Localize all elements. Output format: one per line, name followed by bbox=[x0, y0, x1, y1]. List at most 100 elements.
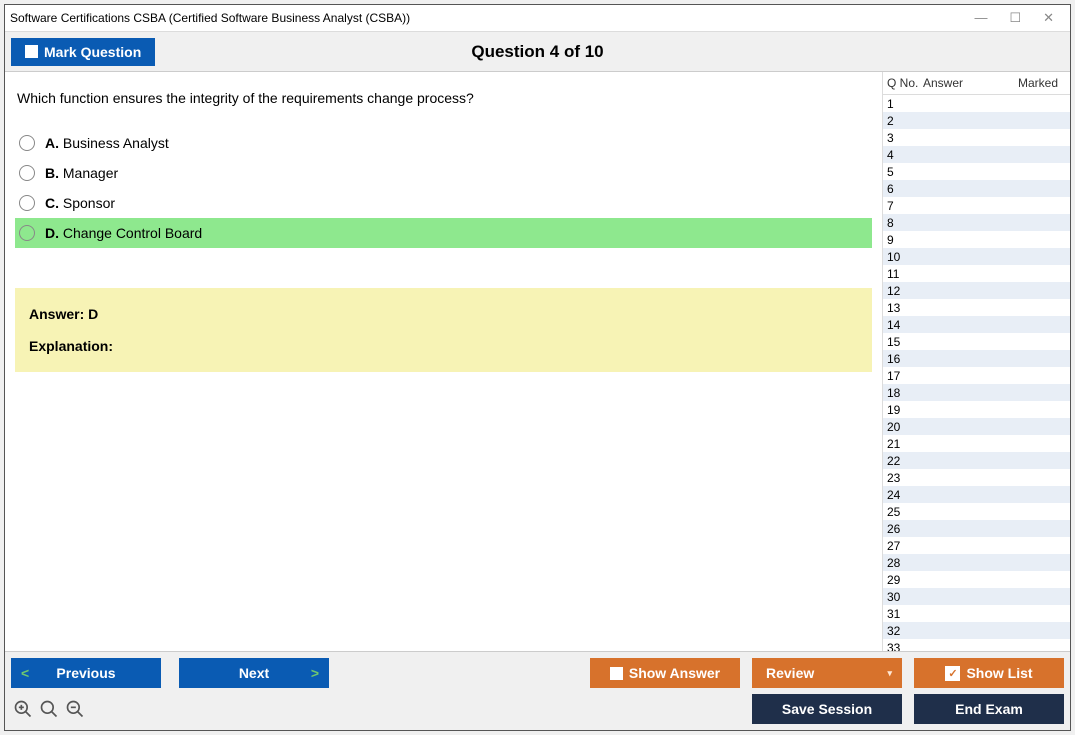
col-header-qno: Q No. bbox=[887, 76, 923, 90]
show-list-label: Show List bbox=[966, 665, 1032, 681]
list-item[interactable]: 22 bbox=[883, 452, 1070, 469]
option-text: Manager bbox=[63, 165, 118, 181]
q-number: 24 bbox=[887, 488, 923, 502]
list-item[interactable]: 3 bbox=[883, 129, 1070, 146]
main-area: Which function ensures the integrity of … bbox=[5, 72, 1070, 651]
close-icon[interactable]: ✕ bbox=[1043, 10, 1054, 26]
q-number: 33 bbox=[887, 641, 923, 652]
q-number: 22 bbox=[887, 454, 923, 468]
end-exam-button[interactable]: End Exam bbox=[914, 694, 1064, 724]
q-number: 1 bbox=[887, 97, 923, 111]
list-item[interactable]: 16 bbox=[883, 350, 1070, 367]
chevron-right-icon: > bbox=[311, 665, 319, 681]
list-item[interactable]: 24 bbox=[883, 486, 1070, 503]
app-window: Software Certifications CSBA (Certified … bbox=[4, 4, 1071, 731]
list-item[interactable]: 7 bbox=[883, 197, 1070, 214]
list-item[interactable]: 28 bbox=[883, 554, 1070, 571]
q-number: 6 bbox=[887, 182, 923, 196]
list-item[interactable]: 8 bbox=[883, 214, 1070, 231]
title-bar: Software Certifications CSBA (Certified … bbox=[5, 5, 1070, 32]
list-item[interactable]: 29 bbox=[883, 571, 1070, 588]
q-number: 8 bbox=[887, 216, 923, 230]
option-label: D. Change Control Board bbox=[45, 225, 202, 241]
radio-icon bbox=[19, 195, 35, 211]
q-number: 4 bbox=[887, 148, 923, 162]
option-label: A. Business Analyst bbox=[45, 135, 169, 151]
list-item[interactable]: 15 bbox=[883, 333, 1070, 350]
header-bar: Mark Question Question 4 of 10 bbox=[5, 32, 1070, 72]
mark-question-button[interactable]: Mark Question bbox=[11, 38, 155, 66]
save-session-button[interactable]: Save Session bbox=[752, 694, 902, 724]
list-item[interactable]: 14 bbox=[883, 316, 1070, 333]
question-list-panel: Q No. Answer Marked 12345678910111213141… bbox=[882, 72, 1070, 651]
list-item[interactable]: 5 bbox=[883, 163, 1070, 180]
q-number: 3 bbox=[887, 131, 923, 145]
option-row-c[interactable]: C. Sponsor bbox=[15, 188, 872, 218]
question-list[interactable]: 1234567891011121314151617181920212223242… bbox=[883, 95, 1070, 651]
option-letter: C. bbox=[45, 195, 63, 211]
option-row-a[interactable]: A. Business Analyst bbox=[15, 128, 872, 158]
list-item[interactable]: 26 bbox=[883, 520, 1070, 537]
maximize-icon[interactable]: ☐ bbox=[1009, 10, 1021, 26]
show-answer-button[interactable]: Show Answer bbox=[590, 658, 740, 688]
list-item[interactable]: 9 bbox=[883, 231, 1070, 248]
q-number: 31 bbox=[887, 607, 923, 621]
option-row-d[interactable]: D. Change Control Board bbox=[15, 218, 872, 248]
zoom-out-icon[interactable] bbox=[65, 699, 85, 719]
q-number: 25 bbox=[887, 505, 923, 519]
radio-icon bbox=[19, 135, 35, 151]
q-number: 13 bbox=[887, 301, 923, 315]
list-item[interactable]: 4 bbox=[883, 146, 1070, 163]
question-panel: Which function ensures the integrity of … bbox=[5, 72, 882, 651]
list-item[interactable]: 13 bbox=[883, 299, 1070, 316]
zoom-reset-icon[interactable] bbox=[39, 699, 59, 719]
list-item[interactable]: 31 bbox=[883, 605, 1070, 622]
chevron-down-icon: ▾ bbox=[887, 668, 892, 679]
minimize-icon[interactable]: — bbox=[974, 10, 987, 26]
show-list-button[interactable]: ✓ Show List bbox=[914, 658, 1064, 688]
q-number: 17 bbox=[887, 369, 923, 383]
window-title: Software Certifications CSBA (Certified … bbox=[10, 11, 410, 25]
end-exam-label: End Exam bbox=[955, 701, 1023, 717]
list-item[interactable]: 21 bbox=[883, 435, 1070, 452]
list-item[interactable]: 11 bbox=[883, 265, 1070, 282]
list-item[interactable]: 20 bbox=[883, 418, 1070, 435]
q-number: 12 bbox=[887, 284, 923, 298]
option-row-b[interactable]: B. Manager bbox=[15, 158, 872, 188]
list-item[interactable]: 27 bbox=[883, 537, 1070, 554]
q-number: 5 bbox=[887, 165, 923, 179]
list-item[interactable]: 23 bbox=[883, 469, 1070, 486]
window-controls: — ☐ ✕ bbox=[974, 10, 1060, 26]
list-item[interactable]: 10 bbox=[883, 248, 1070, 265]
list-item[interactable]: 19 bbox=[883, 401, 1070, 418]
list-item[interactable]: 1 bbox=[883, 95, 1070, 112]
list-item[interactable]: 33 bbox=[883, 639, 1070, 651]
next-button[interactable]: Next > bbox=[179, 658, 329, 688]
q-number: 9 bbox=[887, 233, 923, 247]
next-label: Next bbox=[239, 665, 269, 681]
q-number: 21 bbox=[887, 437, 923, 451]
list-item[interactable]: 6 bbox=[883, 180, 1070, 197]
mark-question-label: Mark Question bbox=[44, 44, 141, 60]
review-dropdown[interactable]: Review ▾ bbox=[752, 658, 902, 688]
previous-label: Previous bbox=[56, 665, 115, 681]
answer-explanation-box: Answer: D Explanation: bbox=[15, 288, 872, 372]
list-item[interactable]: 25 bbox=[883, 503, 1070, 520]
list-item[interactable]: 2 bbox=[883, 112, 1070, 129]
previous-button[interactable]: < Previous bbox=[11, 658, 161, 688]
q-number: 18 bbox=[887, 386, 923, 400]
list-item[interactable]: 12 bbox=[883, 282, 1070, 299]
radio-icon bbox=[19, 225, 35, 241]
q-number: 14 bbox=[887, 318, 923, 332]
explanation-label: Explanation: bbox=[29, 338, 858, 354]
list-item[interactable]: 30 bbox=[883, 588, 1070, 605]
option-label: C. Sponsor bbox=[45, 195, 115, 211]
option-letter: B. bbox=[45, 165, 63, 181]
question-number-title: Question 4 of 10 bbox=[471, 42, 603, 62]
list-item[interactable]: 32 bbox=[883, 622, 1070, 639]
q-number: 28 bbox=[887, 556, 923, 570]
list-item[interactable]: 17 bbox=[883, 367, 1070, 384]
option-letter: A. bbox=[45, 135, 63, 151]
list-item[interactable]: 18 bbox=[883, 384, 1070, 401]
zoom-in-icon[interactable] bbox=[13, 699, 33, 719]
